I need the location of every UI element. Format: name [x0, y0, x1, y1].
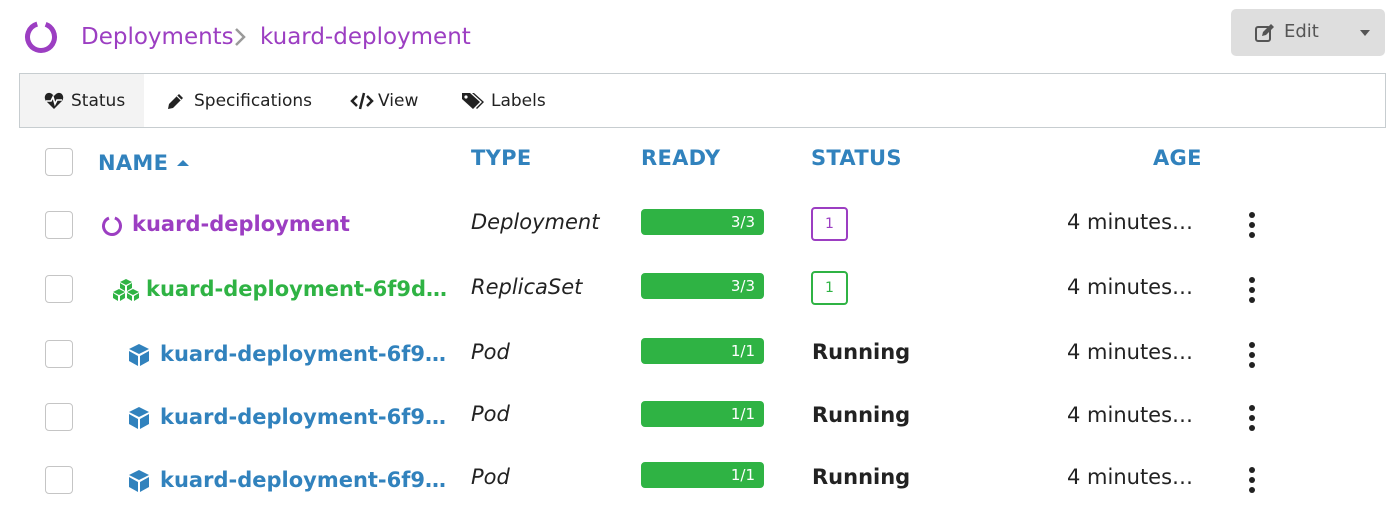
kebab-menu-icon[interactable] — [1242, 340, 1262, 370]
table-row: kuard-deployment-6f9d… ReplicaSet 3/3 1 … — [0, 259, 1400, 319]
tab-specifications-label: Specifications — [194, 91, 313, 111]
caret-down-icon[interactable] — [1359, 29, 1371, 37]
tab-status[interactable]: Status — [20, 74, 144, 127]
row-checkbox[interactable] — [45, 275, 73, 303]
row-checkbox[interactable] — [45, 211, 73, 239]
ready-count: 1/1 — [730, 342, 755, 360]
edit-icon — [1255, 24, 1274, 42]
tab-bar: Status Specifications View Labels — [19, 73, 1386, 128]
deployment-circle-icon — [102, 216, 122, 236]
kebab-menu-icon[interactable] — [1242, 465, 1262, 495]
resource-type: ReplicaSet — [471, 275, 583, 299]
table-row: kuard-deployment-6f9… Pod 1/1 Running 4 … — [0, 324, 1400, 384]
row-checkbox[interactable] — [45, 340, 73, 368]
pod-cube-icon — [129, 407, 149, 429]
ready-progress-bar: 1/1 — [641, 401, 764, 427]
ready-count: 3/3 — [730, 213, 755, 231]
replicaset-cubes-icon — [113, 279, 139, 301]
tab-view[interactable]: View — [330, 74, 440, 127]
heartbeat-icon — [44, 92, 64, 109]
column-header-age[interactable]: AGE — [1153, 146, 1202, 170]
select-all-checkbox[interactable] — [45, 148, 73, 176]
ready-count: 1/1 — [730, 466, 755, 484]
kebab-menu-icon[interactable] — [1242, 403, 1262, 433]
tab-specifications[interactable]: Specifications — [144, 74, 312, 127]
column-header-name[interactable]: NAME — [98, 151, 168, 175]
tab-labels-label: Labels — [491, 91, 546, 111]
column-header-status[interactable]: STATUS — [811, 146, 902, 170]
resource-type: Pod — [471, 340, 510, 364]
code-icon — [350, 92, 374, 110]
resource-name-link[interactable]: kuard-deployment-6f9… — [160, 342, 446, 366]
chevron-right-icon — [235, 28, 246, 46]
status-text: Running — [812, 465, 911, 489]
resource-name-link[interactable]: kuard-deployment-6f9… — [160, 405, 446, 429]
resource-age: 4 minutes… — [1067, 403, 1194, 427]
resource-age: 4 minutes… — [1067, 275, 1194, 299]
resource-type: Pod — [471, 402, 510, 426]
resource-type: Deployment — [471, 210, 600, 234]
resource-age: 4 minutes… — [1067, 340, 1194, 364]
resource-age: 4 minutes… — [1067, 210, 1194, 234]
ready-progress-bar: 1/1 — [641, 462, 764, 488]
tab-view-label: View — [378, 91, 419, 111]
breadcrumb-deployments-link[interactable]: Deployments — [81, 24, 234, 50]
sort-ascending-icon[interactable] — [176, 158, 190, 168]
column-header-ready[interactable]: READY — [641, 146, 720, 170]
pod-cube-icon — [129, 344, 149, 366]
page-header: Deployments kuard-deployment Edit — [0, 0, 1400, 74]
kebab-menu-icon[interactable] — [1242, 275, 1262, 305]
resource-type: Pod — [471, 465, 510, 489]
pod-cube-icon — [129, 470, 149, 492]
tab-status-label: Status — [71, 91, 126, 111]
status-badge[interactable]: 1 — [811, 207, 848, 241]
table-row: kuard-deployment-6f9… Pod 1/1 Running 4 … — [0, 450, 1400, 510]
tags-icon — [462, 93, 484, 109]
resource-name-link[interactable]: kuard-deployment-6f9d… — [146, 277, 447, 301]
table-row: kuard-deployment Deployment 3/3 1 4 minu… — [0, 195, 1400, 255]
kebab-menu-icon[interactable] — [1242, 210, 1262, 240]
edit-button-label: Edit — [1284, 21, 1319, 42]
ready-progress-bar: 1/1 — [641, 338, 764, 364]
deployment-logo-icon — [25, 21, 57, 53]
column-header-type[interactable]: TYPE — [471, 146, 531, 170]
edit-button[interactable]: Edit — [1231, 9, 1385, 56]
row-checkbox[interactable] — [45, 403, 73, 431]
breadcrumb-current: kuard-deployment — [260, 24, 471, 50]
status-text: Running — [812, 340, 911, 364]
ready-count: 1/1 — [730, 405, 755, 423]
ready-progress-bar: 3/3 — [641, 209, 764, 235]
ready-progress-bar: 3/3 — [641, 273, 764, 299]
tab-labels[interactable]: Labels — [440, 74, 560, 127]
ready-count: 3/3 — [730, 277, 755, 295]
pencil-icon — [168, 94, 183, 109]
resource-age: 4 minutes… — [1067, 465, 1194, 489]
status-badge[interactable]: 1 — [811, 271, 848, 305]
resource-name-link[interactable]: kuard-deployment-6f9… — [160, 468, 446, 492]
row-checkbox[interactable] — [45, 466, 73, 494]
table-row: kuard-deployment-6f9… Pod 1/1 Running 4 … — [0, 387, 1400, 447]
resource-name-link[interactable]: kuard-deployment — [132, 212, 350, 236]
status-text: Running — [812, 403, 911, 427]
